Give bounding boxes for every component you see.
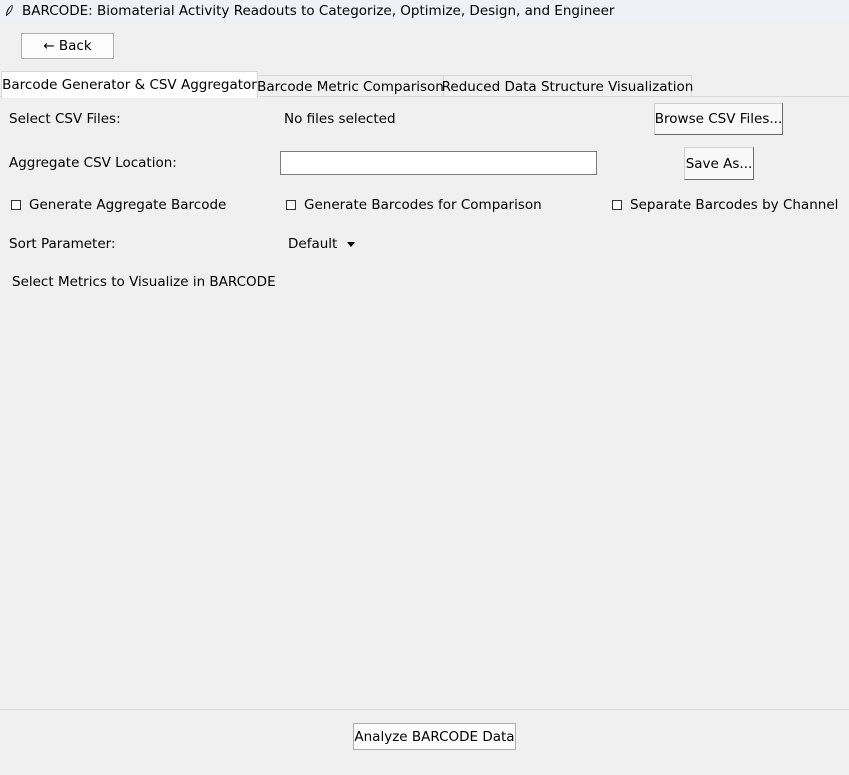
generate-comparison-checkbox[interactable]: Generate Barcodes for Comparison [286, 197, 542, 213]
browse-csv-button[interactable]: Browse CSV Files... [654, 103, 783, 135]
generate-aggregate-checkbox[interactable]: Generate Aggregate Barcode [11, 197, 226, 213]
separate-by-channel-checkbox[interactable]: Separate Barcodes by Channel [612, 197, 838, 213]
sort-parameter-label: Sort Parameter: [9, 236, 116, 252]
sort-parameter-dropdown[interactable]: Default [288, 236, 356, 252]
tab-barcode-metric-comparison[interactable]: Barcode Metric Comparison [257, 75, 444, 97]
tab-panel [0, 96, 849, 710]
aggregate-location-label: Aggregate CSV Location: [9, 155, 177, 171]
title-bar: BARCODE: Biomaterial Activity Readouts t… [0, 0, 849, 22]
feather-icon [0, 0, 18, 22]
checkbox-label: Generate Aggregate Barcode [29, 197, 227, 213]
window-title: BARCODE: Biomaterial Activity Readouts t… [22, 3, 615, 19]
csv-files-label: Select CSV Files: [9, 111, 121, 127]
tab-label: Reduced Data Structure Visualization [441, 78, 694, 95]
save-as-button[interactable]: Save As... [684, 147, 754, 180]
aggregate-location-input[interactable] [280, 151, 597, 175]
checkbox-box[interactable] [11, 200, 21, 210]
tab-barcode-generator[interactable]: Barcode Generator & CSV Aggregator [1, 71, 258, 98]
csv-files-status: No files selected [284, 111, 396, 127]
checkbox-label: Generate Barcodes for Comparison [304, 197, 542, 213]
checkbox-box[interactable] [612, 200, 622, 210]
back-button[interactable]: ← Back [21, 33, 114, 59]
checkbox-box[interactable] [286, 200, 296, 210]
analyze-barcode-button[interactable]: Analyze BARCODE Data [353, 723, 516, 750]
sort-parameter-value: Default [288, 236, 338, 252]
tab-label: Barcode Metric Comparison [257, 78, 444, 95]
metrics-section-label: Select Metrics to Visualize in BARCODE [12, 274, 276, 290]
checkbox-label: Separate Barcodes by Channel [630, 197, 839, 213]
dropdown-arrow-icon [347, 241, 356, 247]
tab-label: Barcode Generator & CSV Aggregator [2, 77, 257, 93]
tab-reduced-data-visualization[interactable]: Reduced Data Structure Visualization [441, 75, 694, 97]
